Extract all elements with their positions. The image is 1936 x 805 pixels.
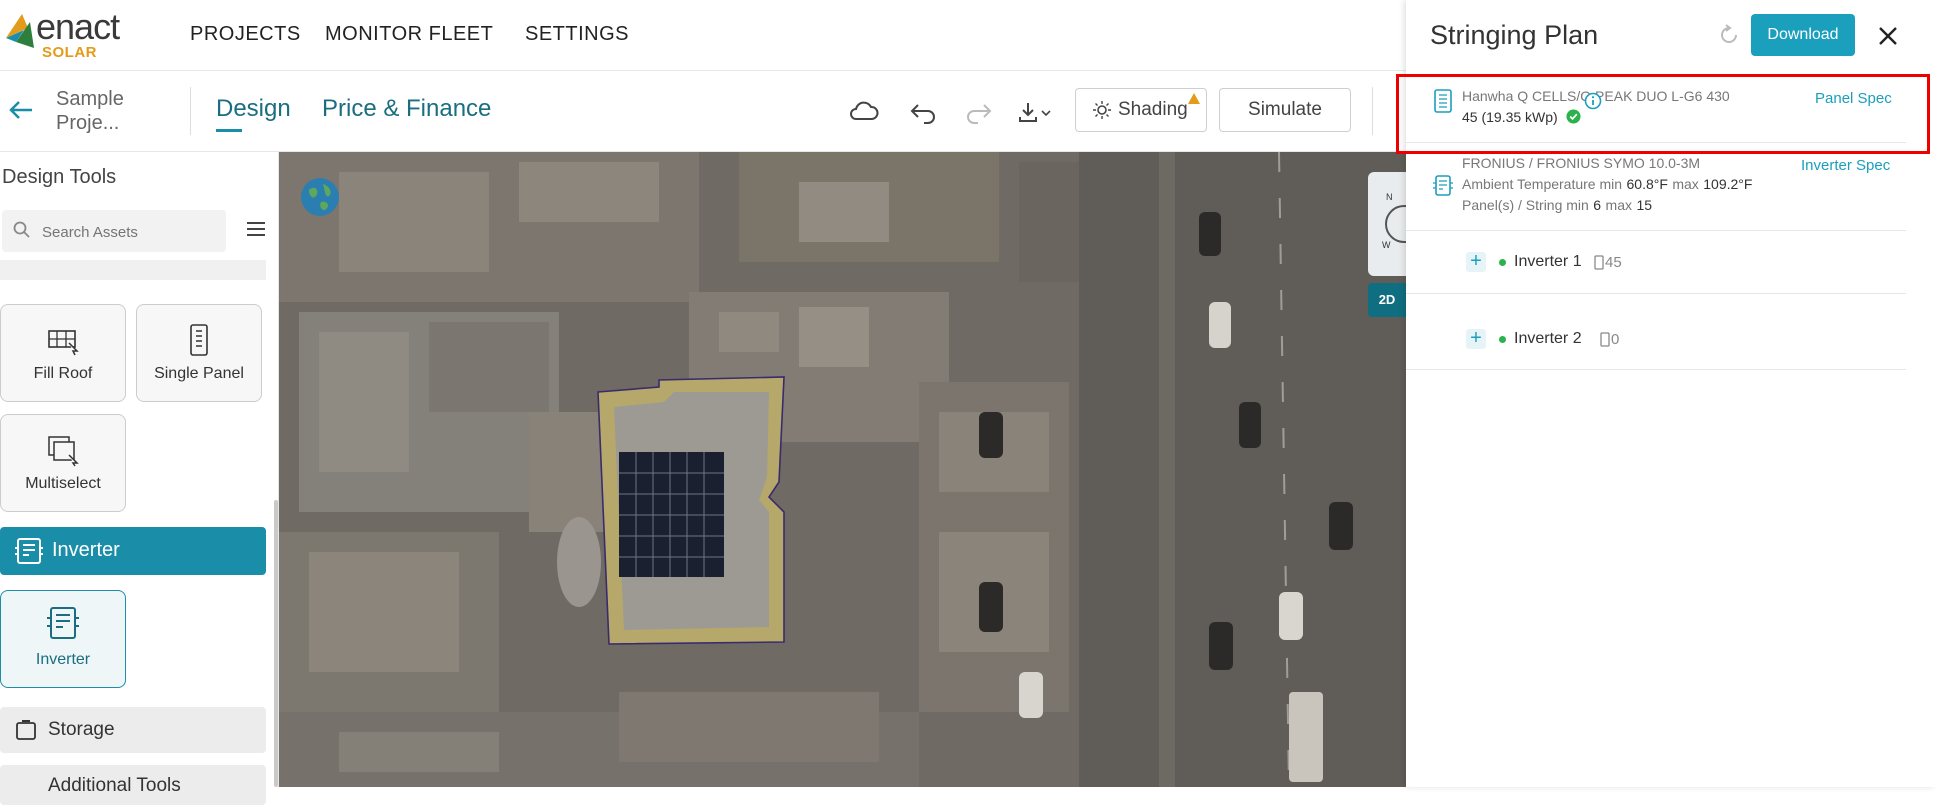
tool-fill-roof[interactable]: Fill Roof [0, 304, 126, 402]
sun-icon [1093, 101, 1111, 119]
project-name[interactable]: Sample Proje... [56, 87, 166, 135]
satellite-image [279, 152, 1406, 787]
temp-min: 60.8°F [1626, 176, 1668, 192]
compass-icon: N W [1382, 192, 1423, 250]
download-button[interactable]: Download [1751, 14, 1855, 56]
tool-label: Single Panel [154, 365, 244, 382]
panels-max-label: max [1605, 197, 1632, 213]
warning-icon [1188, 93, 1200, 104]
sun-logo-icon [6, 14, 34, 48]
search-input[interactable] [40, 218, 224, 246]
inverter-icon [47, 607, 79, 639]
nav-projects[interactable]: PROJECTS [190, 23, 301, 46]
inverter-panel-count: 0 [1611, 331, 1620, 348]
menu-icon[interactable] [245, 220, 267, 238]
collapsed-section [0, 260, 266, 280]
svg-text:N: N [1386, 192, 1393, 202]
active-tab-indicator [216, 129, 242, 132]
inverter-icon [15, 538, 43, 564]
brand-name: enact [36, 6, 120, 47]
refresh-icon[interactable] [1716, 22, 1742, 48]
shading-label: Shading [1118, 99, 1188, 120]
storage-label: Storage [48, 719, 115, 740]
inverter-section-header[interactable]: Inverter [0, 527, 266, 575]
additional-tools-label: Additional Tools [48, 775, 181, 796]
nav-monitor-fleet[interactable]: MONITOR FLEET [325, 23, 493, 46]
inverter-name: Inverter 1 [1514, 253, 1582, 270]
tab-price-finance[interactable]: Price & Finance [322, 95, 491, 123]
tab-design[interactable]: Design [216, 95, 291, 123]
inverter-row[interactable]: + Inverter 1 45 [1406, 231, 1906, 294]
divider [190, 87, 191, 135]
globe-icon[interactable] [299, 176, 341, 218]
search-icon [13, 221, 30, 238]
single-panel-icon [190, 324, 208, 356]
satellite-map-canvas[interactable] [279, 152, 1406, 787]
inverter-section-label: Inverter [52, 539, 120, 561]
panel-count-icon [1600, 332, 1610, 347]
tool-single-panel[interactable]: Single Panel [136, 304, 262, 402]
undo-icon[interactable] [908, 97, 940, 127]
simulate-button[interactable]: Simulate [1219, 88, 1351, 132]
inverter-name: Inverter 2 [1514, 330, 1582, 347]
inverter-spec-link[interactable]: Inverter Spec [1801, 157, 1890, 174]
divider [1372, 87, 1373, 135]
status-dot [1499, 259, 1506, 266]
sidebar-scrollbar[interactable] [274, 500, 278, 787]
cloud-save-icon[interactable] [848, 97, 880, 127]
expand-plus-icon[interactable]: + [1466, 328, 1486, 349]
tool-label: Inverter [35, 651, 91, 668]
nav-settings[interactable]: SETTINGS [525, 23, 629, 46]
tool-label: Multiselect [25, 475, 101, 492]
panels-per-string: Panel(s) / String min 6 max 15 [1462, 197, 1652, 215]
enact-solar-logo[interactable]: enact SOLAR [4, 2, 154, 62]
brand-sub: SOLAR [42, 44, 97, 61]
panels-max: 15 [1636, 197, 1653, 213]
close-icon[interactable] [1874, 22, 1902, 50]
panel-count-icon [1594, 255, 1604, 270]
multiselect-icon [48, 436, 79, 467]
compass[interactable]: N W [1368, 172, 1423, 276]
back-arrow-icon[interactable] [6, 95, 36, 125]
design-tools-title: Design Tools [2, 166, 117, 188]
tool-multiselect[interactable]: Multiselect [0, 414, 126, 512]
storage-section-header[interactable]: Storage [0, 707, 266, 753]
search-assets[interactable] [2, 210, 226, 252]
tool-inverter[interactable]: Inverter [0, 590, 126, 688]
tool-label: Fill Roof [33, 365, 93, 382]
shading-button[interactable]: Shading [1075, 88, 1207, 132]
inverter-summary-row: FRONIUS / FRONIUS SYMO 10.0-3M Ambient T… [1406, 143, 1906, 231]
design-tools-sidebar: Design Tools Fill Roof Single Panel M [0, 152, 279, 805]
design-toolbar: Sample Proje... Design Price & Finance S… [0, 71, 1406, 152]
svg-text:W: W [1382, 240, 1391, 250]
inverter-model: FRONIUS / FRONIUS SYMO 10.0-3M [1462, 155, 1701, 171]
inverter-icon [1433, 175, 1453, 196]
temp-label: Ambient Temperature min [1462, 176, 1623, 192]
additional-tools-section[interactable]: Additional Tools [0, 765, 266, 805]
temp-max: 109.2°F [1703, 176, 1753, 192]
inverter-row[interactable]: + Inverter 2 0 [1406, 294, 1906, 370]
view-2d-toggle[interactable]: 2D [1368, 283, 1406, 317]
inverter-panel-count: 45 [1605, 254, 1622, 271]
highlight-box [1396, 74, 1930, 154]
ambient-temperature: Ambient Temperature min 60.8°F max 109.2… [1462, 176, 1752, 194]
top-nav-bar: enact SOLAR PROJECTS MONITOR FLEET SETTI… [0, 0, 1406, 71]
status-dot [1499, 336, 1506, 343]
panels-min: 6 [1593, 197, 1602, 213]
expand-plus-icon[interactable]: + [1466, 251, 1486, 272]
panels-label: Panel(s) / String min [1462, 197, 1589, 213]
temp-max-label: max [1672, 176, 1699, 192]
redo-icon[interactable] [962, 97, 994, 127]
download-menu-icon[interactable] [1016, 97, 1056, 127]
stringing-plan-title: Stringing Plan [1430, 20, 1599, 50]
battery-icon [16, 720, 36, 740]
fill-roof-icon [48, 330, 79, 356]
